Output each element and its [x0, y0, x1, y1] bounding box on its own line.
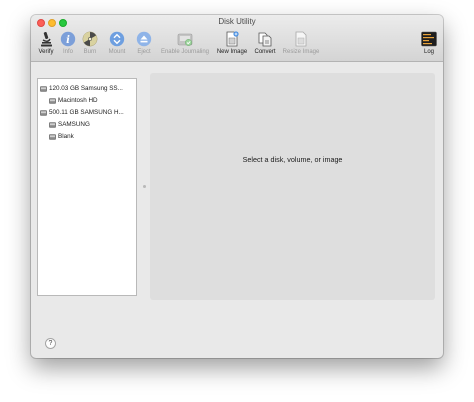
new-image-label: New Image [216, 49, 248, 55]
enable-journaling-button[interactable]: Enable Journaling [156, 31, 214, 59]
volume-item-blank[interactable]: Blank [49, 131, 74, 142]
new-image-icon [226, 31, 239, 47]
disk-list-sidebar[interactable]: 120.03 GB Samsung SS... Macintosh HD 500… [37, 78, 137, 296]
empty-state-message: Select a disk, volume, or image [242, 155, 343, 164]
convert-button[interactable]: Convert [251, 31, 279, 59]
disk-item-label: 120.03 GB Samsung SS... [49, 85, 123, 92]
mount-icon [109, 31, 125, 47]
info-label: Info [62, 49, 73, 55]
hard-drive-icon [40, 109, 47, 116]
split-view-divider-handle[interactable] [143, 185, 146, 188]
main-content-panel: Select a disk, volume, or image [150, 73, 435, 300]
eject-icon [136, 31, 152, 47]
resize-image-icon [295, 31, 307, 47]
mount-button[interactable]: Mount [106, 31, 128, 59]
help-button[interactable]: ? [45, 338, 56, 349]
log-label: Log [423, 49, 434, 55]
volume-icon [49, 97, 56, 104]
eject-label: Eject [137, 49, 151, 55]
svg-text:i: i [66, 35, 70, 46]
verify-label: Verify [38, 49, 54, 55]
burn-button[interactable]: Burn [80, 31, 100, 59]
volume-icon [49, 133, 56, 140]
volume-item-samsung[interactable]: SAMSUNG [49, 119, 90, 130]
resize-image-button[interactable]: Resize Image [280, 31, 322, 59]
journal-disk-icon [177, 33, 193, 46]
convert-icon [258, 32, 272, 47]
volume-item-label: SAMSUNG [58, 121, 90, 128]
window-title: Disk Utility [218, 17, 256, 26]
radiation-burn-icon [82, 31, 98, 47]
volume-icon [49, 121, 56, 128]
info-button[interactable]: i Info [59, 31, 77, 59]
disk-item-120gb[interactable]: 120.03 GB Samsung SS... [40, 83, 123, 94]
console-log-icon [421, 31, 437, 47]
disk-item-500gb[interactable]: 500.11 GB SAMSUNG H... [40, 107, 124, 118]
burn-label: Burn [83, 49, 97, 55]
verify-button[interactable]: Verify [35, 31, 57, 59]
eject-button[interactable]: Eject [135, 31, 153, 59]
info-icon: i [60, 31, 76, 47]
volume-item-macintosh-hd[interactable]: Macintosh HD [49, 95, 98, 106]
microscope-icon [41, 31, 52, 47]
disk-item-label: 500.11 GB SAMSUNG H... [49, 109, 124, 116]
enable-journaling-label: Enable Journaling [160, 49, 210, 55]
new-image-button[interactable]: New Image [214, 31, 250, 59]
convert-label: Convert [254, 49, 276, 55]
volume-item-label: Macintosh HD [58, 97, 98, 104]
volume-item-label: Blank [58, 133, 74, 140]
titlebar-toolbar: Disk Utility Verify i Info Burn Mount Ej… [31, 15, 443, 62]
log-button[interactable]: Log [420, 31, 438, 59]
hard-drive-icon [40, 85, 47, 92]
disk-utility-window: Disk Utility Verify i Info Burn Mount Ej… [31, 15, 443, 358]
mount-label: Mount [108, 49, 126, 55]
resize-image-label: Resize Image [282, 49, 320, 55]
